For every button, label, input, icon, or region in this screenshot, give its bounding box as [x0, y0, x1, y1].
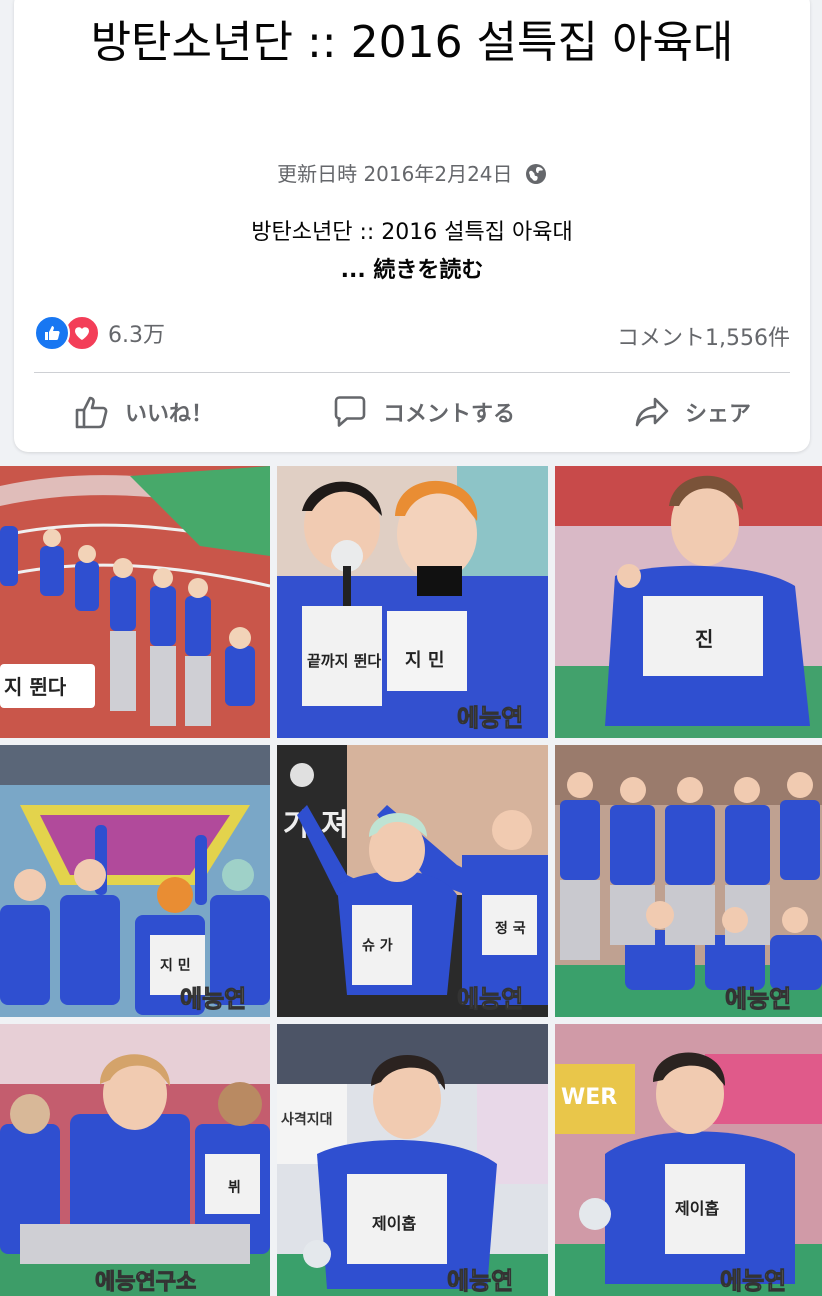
share-icon [633, 393, 671, 431]
action-bar: いいね！ コメントする シェア [14, 382, 810, 442]
photo-5[interactable]: 가 져 정 국 슈 가 에능연 [277, 745, 548, 1017]
photo-7[interactable]: 뷔 에능연구소 [0, 1024, 270, 1296]
photo-4-bib: 지 민 [160, 957, 191, 974]
post-title: 방탄소년단 :: 2016 설특집 아육대 [90, 17, 734, 68]
comment-count[interactable]: コメント1,556件 [617, 320, 790, 352]
like-icon [34, 315, 70, 351]
post-description: 방탄소년단 :: 2016 설특집 아육대 [251, 220, 573, 245]
photo-9-badge: 에능연 [720, 1267, 786, 1295]
photo-8-sign: 사격지대 [281, 1111, 333, 1128]
comment-button[interactable]: コメントする [331, 393, 515, 431]
photo-9-sign: WER [561, 1085, 617, 1110]
photo-2-bib-a: 끝까지 뛴다 [307, 652, 381, 670]
divider [34, 372, 790, 373]
photo-5-badge: 에능연 [457, 985, 523, 1013]
updated-date: 更新日時 2016年2月24日 [277, 162, 513, 186]
photo-9[interactable]: WER 제이홉 에능연 [555, 1024, 822, 1296]
like-button[interactable]: いいね！ [73, 393, 213, 431]
see-more-link[interactable]: ... 続きを読む [14, 252, 810, 284]
photo-4-badge: 에능연 [180, 985, 246, 1013]
photo-6-badge: 에능연 [725, 985, 791, 1013]
photo-1-bib: 지 뛴다 [4, 675, 67, 699]
photo-3-bib: 진 [695, 627, 713, 651]
share-button-label: シェア [684, 402, 751, 427]
photo-8-badge: 에능연 [447, 1267, 513, 1295]
photo-6[interactable]: 에능연 [555, 745, 822, 1017]
photo-2-bib-b: 지 민 [405, 650, 444, 671]
photo-9-bib: 제이홉 [675, 1199, 719, 1218]
photo-1[interactable]: 지 뛴다 [0, 466, 270, 738]
photo-8-bib: 제이홉 [372, 1214, 416, 1233]
reaction-summary[interactable]: 6.3万 [34, 315, 165, 351]
photo-5-bib-a: 정 국 [495, 920, 526, 937]
globe-icon [525, 163, 547, 185]
post-meta: 更新日時 2016年2月24日 [14, 158, 810, 187]
share-button[interactable]: シェア [633, 393, 751, 431]
comment-button-label: コメントする [382, 402, 515, 427]
photo-8[interactable]: 사격지대 제이홉 에능연 [277, 1024, 548, 1296]
reaction-count: 6.3万 [108, 323, 165, 348]
post-card: 방탄소년단 :: 2016 설특집 아육대 更新日時 2016年2月24日 방탄… [14, 0, 810, 452]
thumbs-up-icon [73, 393, 111, 431]
photo-5-bib-b: 슈 가 [362, 938, 393, 954]
photo-2-badge: 에능연 [457, 704, 523, 732]
photo-2[interactable]: 끝까지 뛴다 지 민 에능연 [277, 466, 548, 738]
page: 방탄소년단 :: 2016 설특집 아육대 更新日時 2016年2月24日 방탄… [0, 0, 822, 1296]
like-button-label: いいね！ [124, 402, 213, 427]
photo-grid: 지 뛴다 끝까지 뛴다 지 민 에능연 진 지 민 에능연 가 져 정 국 슈 … [0, 466, 822, 1296]
photo-4[interactable]: 지 민 에능연 [0, 745, 270, 1017]
photo-7-badge: 에능연구소 [95, 1270, 196, 1295]
comment-icon [331, 393, 369, 431]
photo-7-bib: 뷔 [228, 1179, 241, 1196]
photo-3[interactable]: 진 [555, 466, 822, 738]
